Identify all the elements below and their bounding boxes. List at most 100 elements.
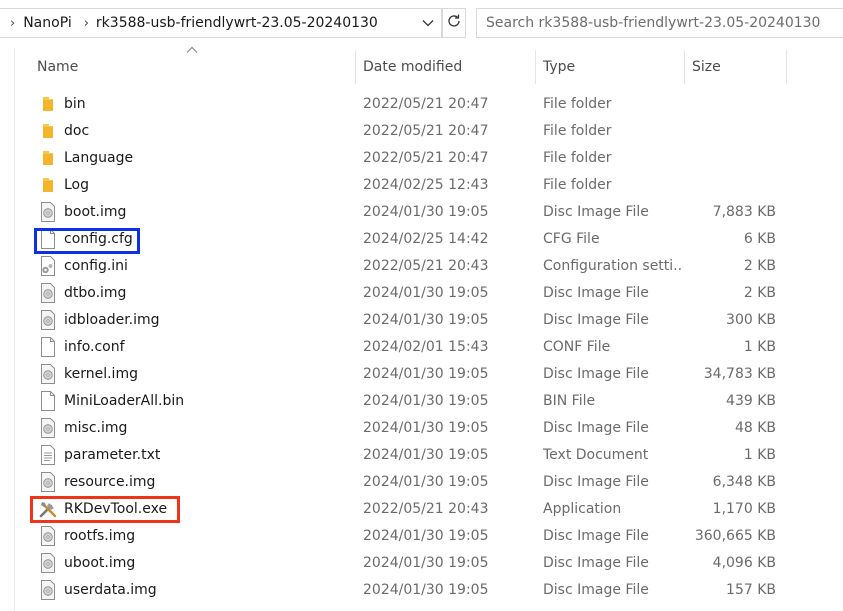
column-header-type[interactable]: Type [543,48,683,86]
file-date-modified: 2024/01/30 19:05 [363,473,489,490]
column-header-date-modified[interactable]: Date modified [363,48,535,86]
file-type: Disc Image File [543,581,649,598]
file-row[interactable]: dtbo.img 2024/01/30 19:05 Disc Image File 2… [0,279,843,306]
file-date-modified: 2024/02/25 14:42 [363,230,489,247]
file-type: Application [543,500,622,517]
address-bar[interactable]: › NanoPi › rk3588-usb-friendlywrt-23.05-… [0,8,442,38]
file-row[interactable]: misc.img 2024/01/30 19:05 Disc Image File 4… [0,414,843,441]
file-name: config.ini [64,257,128,274]
file-date-modified: 2024/01/30 19:05 [363,446,489,463]
file-row[interactable]: MiniLoaderAll.bin 2024/01/30 19:05 BIN Fil… [0,387,843,414]
column-divider[interactable] [355,50,356,84]
file-size [690,144,776,171]
breadcrumb-chevron-icon[interactable]: › [10,16,15,31]
blank-file-icon [38,225,58,252]
file-row[interactable]: config.cfg 2024/02/25 14:42 CFG File 6 KB [0,225,843,252]
file-name: kernel.img [64,365,138,382]
folder-icon [38,144,58,171]
tools-app-icon [38,495,58,522]
file-row[interactable]: kernel.img 2024/01/30 19:05 Disc Image Fil… [0,360,843,387]
column-divider[interactable] [684,50,685,84]
text-file-icon [38,441,58,468]
disc-image-icon [38,549,58,576]
file-size: 48 KB [734,419,776,436]
file-row[interactable]: doc 2022/05/21 20:47 File folder [0,117,843,144]
file-type: Disc Image File [543,527,649,544]
address-dropdown-chevron-icon[interactable] [415,9,441,37]
navigation-bar: › NanoPi › rk3588-usb-friendlywrt-23.05-… [0,0,843,48]
search-input[interactable] [486,15,836,31]
file-size: 6,348 KB [712,473,776,490]
file-name: boot.img [64,203,127,220]
file-row[interactable]: boot.img 2024/01/30 19:05 Disc Image File 7… [0,198,843,225]
file-size [690,171,776,198]
file-type: File folder [543,122,612,139]
file-size: 2 KB [743,284,776,301]
file-size: 6 KB [743,230,776,247]
file-date-modified: 2024/01/30 19:05 [363,419,489,436]
file-type: Disc Image File [543,203,649,220]
file-type: File folder [543,149,612,166]
file-row[interactable]: info.conf 2024/02/01 15:43 CONF File 1 KB [0,333,843,360]
file-size: 1 KB [743,446,776,463]
folder-icon [38,117,58,144]
file-name: dtbo.img [64,284,127,301]
file-date-modified: 2024/01/30 19:05 [363,365,489,382]
file-row[interactable]: uboot.img 2024/01/30 19:05 Disc Image File… [0,549,843,576]
file-size: 1 KB [743,338,776,355]
file-type: Configuration setti... [543,257,683,274]
file-row[interactable]: resource.img 2024/01/30 19:05 Disc Image F… [0,468,843,495]
file-date-modified: 2024/01/30 19:05 [363,581,489,598]
file-date-modified: 2022/05/21 20:43 [363,257,489,274]
file-date-modified: 2024/01/30 19:05 [363,284,489,301]
file-name: MiniLoaderAll.bin [64,392,185,409]
file-row[interactable]: parameter.txt 2024/01/30 19:05 Text Docume… [0,441,843,468]
file-row[interactable]: config.ini 2022/05/21 20:43 Configuration … [0,252,843,279]
file-name: uboot.img [64,554,136,571]
file-list: bin 2022/05/21 20:47 File folder doc 2022/05… [0,90,843,603]
file-name: idbloader.img [64,311,160,328]
blank-file-icon [38,333,58,360]
file-date-modified: 2022/05/21 20:47 [363,122,489,139]
file-size: 300 KB [726,311,776,328]
file-row[interactable]: idbloader.img 2024/01/30 19:05 Disc Image … [0,306,843,333]
file-name: resource.img [64,473,156,490]
file-type: BIN File [543,392,596,409]
search-box[interactable] [476,8,843,38]
file-row[interactable]: bin 2022/05/21 20:47 File folder [0,90,843,117]
file-size: 4,096 KB [712,554,776,571]
file-name: bin [64,95,86,112]
file-row[interactable]: Language 2022/05/21 20:47 File folder [0,144,843,171]
file-row[interactable]: RKDevTool.exe 2022/05/21 20:43 Application… [0,495,843,522]
file-row[interactable]: Log 2024/02/25 12:43 File folder [0,171,843,198]
file-date-modified: 2024/01/30 19:05 [363,203,489,220]
column-divider[interactable] [786,50,787,84]
file-date-modified: 2022/05/21 20:43 [363,500,489,517]
disc-image-icon [38,279,58,306]
file-date-modified: 2022/05/21 20:47 [363,95,489,112]
file-type: CONF File [543,338,611,355]
file-type: Disc Image File [543,473,649,490]
refresh-button[interactable] [442,8,466,38]
column-divider[interactable] [535,50,536,84]
file-type: Disc Image File [543,311,649,328]
disc-image-icon [38,198,58,225]
breadcrumb-chevron-icon[interactable]: › [84,16,89,31]
column-header-size[interactable]: Size [692,48,782,86]
file-row[interactable]: rootfs.img 2024/01/30 19:05 Disc Image Fil… [0,522,843,549]
breadcrumb-nanopi[interactable]: NanoPi [23,15,72,31]
file-type: Disc Image File [543,419,649,436]
file-date-modified: 2024/01/30 19:05 [363,527,489,544]
file-size: 7,883 KB [712,203,776,220]
column-header-name[interactable]: Name [37,48,355,86]
file-type: Disc Image File [543,554,649,571]
breadcrumb-current-folder[interactable]: rk3588-usb-friendlywrt-23.05-20240130 [96,15,378,31]
disc-image-icon [38,522,58,549]
file-type: Disc Image File [543,284,649,301]
file-name: Language [64,149,134,166]
file-row[interactable]: userdata.img 2024/01/30 19:05 Disc Image F… [0,576,843,603]
folder-icon [38,90,58,117]
file-name: Log [64,176,90,193]
file-name: doc [64,122,90,139]
file-type: File folder [543,176,612,193]
